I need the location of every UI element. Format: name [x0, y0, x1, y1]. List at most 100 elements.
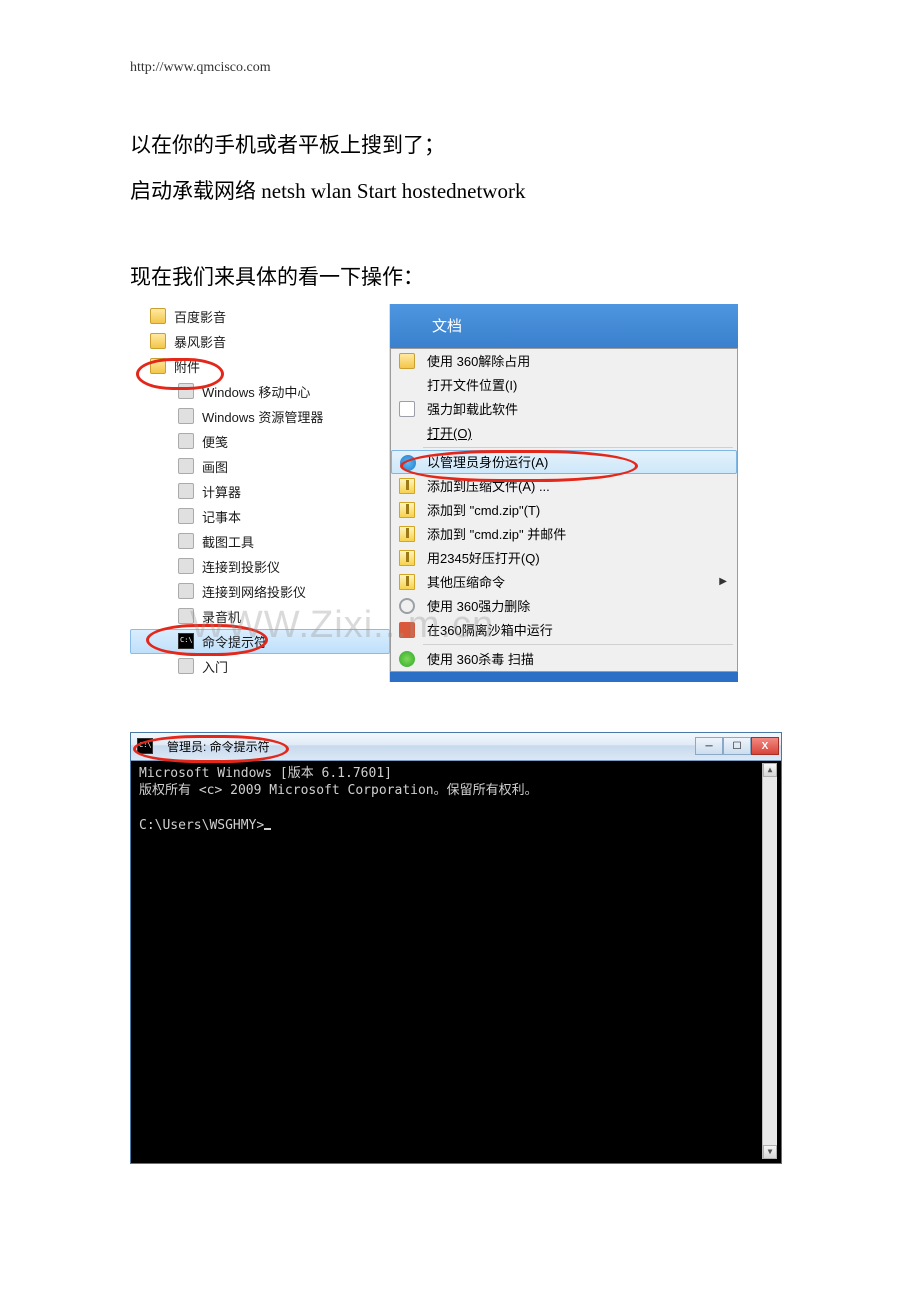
acc-explorer[interactable]: Windows 资源管理器 [130, 404, 390, 429]
folder-icon [150, 358, 166, 374]
paragraph-2: 启动承载网络 netsh wlan Start hostednetwork [130, 172, 790, 212]
app-icon [178, 658, 194, 674]
folder-label: 暴风影音 [174, 332, 226, 351]
minimize-button[interactable]: ─ [695, 737, 723, 755]
ctx-open[interactable]: 打开(O) [391, 421, 737, 445]
item-label: Windows 资源管理器 [202, 407, 323, 426]
ctx-label: 添加到压缩文件(A) ... [427, 476, 550, 495]
ctx-label: 添加到 "cmd.zip"(T) [427, 500, 540, 519]
shield-green-icon [399, 651, 415, 667]
trash-icon [399, 401, 415, 417]
ctx-360-sandbox[interactable]: 在360隔离沙箱中运行 [391, 618, 737, 642]
item-label: 入门 [202, 657, 228, 676]
cmd-prompt: C:\Users\WSGHMY> [139, 818, 264, 833]
ctx-force-uninstall[interactable]: 强力卸载此软件 [391, 397, 737, 421]
item-label: Windows 移动中心 [202, 382, 310, 401]
item-label: 录音机 [202, 607, 241, 626]
cmd-icon [178, 633, 194, 649]
item-label: 画图 [202, 457, 228, 476]
zip-icon [399, 478, 415, 494]
start-folder-baidu[interactable]: 百度影音 [130, 304, 390, 329]
ctx-add-cmdzip-mail[interactable]: 添加到 "cmd.zip" 并邮件 [391, 522, 737, 546]
acc-connect-net-projector[interactable]: 连接到网络投影仪 [130, 579, 390, 604]
folder-icon [150, 308, 166, 324]
cmd-output[interactable]: Microsoft Windows [版本 6.1.7601] 版权所有 <c>… [135, 763, 763, 1159]
acc-snipping-tool[interactable]: 截图工具 [130, 529, 390, 554]
cmd-icon [137, 738, 153, 754]
scroll-down-icon[interactable]: ▼ [763, 1145, 777, 1159]
item-label: 便笺 [202, 432, 228, 451]
folder-label: 附件 [174, 357, 200, 376]
acc-paint[interactable]: 画图 [130, 454, 390, 479]
acc-getting-started[interactable]: 入门 [130, 654, 390, 679]
app-icon [178, 533, 194, 549]
context-header-label: 文档 [432, 315, 462, 336]
context-header[interactable]: 文档 [390, 304, 738, 348]
acc-notepad[interactable]: 记事本 [130, 504, 390, 529]
acc-calculator[interactable]: 计算器 [130, 479, 390, 504]
page-header-url: http://www.qmcisco.com [130, 60, 790, 76]
ctx-label: 用2345好压打开(Q) [427, 548, 540, 567]
ctx-other-compress[interactable]: 其他压缩命令 ▶ [391, 570, 737, 594]
cmd-line: Microsoft Windows [版本 6.1.7601] [139, 766, 392, 781]
folder-label: 百度影音 [174, 307, 226, 326]
ctx-label: 在360隔离沙箱中运行 [427, 620, 553, 639]
screenshot-start-menu: 百度影音 暴风影音 附件 Windows 移动中心 Windows 资源管理器 … [130, 304, 738, 682]
acc-connect-projector[interactable]: 连接到投影仪 [130, 554, 390, 579]
acc-sound-recorder[interactable]: 录音机 [130, 604, 390, 629]
start-folder-baofeng[interactable]: 暴风影音 [130, 329, 390, 354]
ctx-label: 其他压缩命令 [427, 572, 505, 591]
app-icon [178, 608, 194, 624]
ctx-360-scan[interactable]: 使用 360杀毒 扫描 [391, 647, 737, 671]
item-label: 计算器 [202, 482, 241, 501]
start-menu-panel[interactable]: 百度影音 暴风影音 附件 Windows 移动中心 Windows 资源管理器 … [130, 304, 390, 682]
item-label: 记事本 [202, 507, 241, 526]
cursor-icon [264, 828, 271, 830]
ctx-label: 使用 360杀毒 扫描 [427, 649, 534, 668]
ctx-360-unlock[interactable]: 使用 360解除占用 [391, 349, 737, 373]
screenshot-cmd-window: 管理员: 命令提示符 ─ ☐ X Microsoft Windows [版本 6… [130, 732, 782, 1164]
cmd-titlebar[interactable]: 管理员: 命令提示符 ─ ☐ X [131, 733, 781, 761]
cmd-title-text: 管理员: 命令提示符 [167, 738, 270, 755]
scroll-up-icon[interactable]: ▲ [763, 763, 777, 777]
zip-icon [399, 574, 415, 590]
start-folder-accessories[interactable]: 附件 [130, 354, 390, 379]
close-button[interactable]: X [751, 737, 779, 755]
box-icon [399, 622, 415, 638]
acc-sticky-notes[interactable]: 便笺 [130, 429, 390, 454]
cmd-scrollbar[interactable]: ▲ ▼ [762, 763, 777, 1159]
item-label: 连接到投影仪 [202, 557, 280, 576]
ctx-separator [423, 644, 733, 645]
context-menu[interactable]: 使用 360解除占用 打开文件位置(I) 强力卸载此软件 打开(O) 以管理员身… [390, 348, 738, 672]
app-icon [178, 458, 194, 474]
maximize-button[interactable]: ☐ [723, 737, 751, 755]
ctx-2345-open[interactable]: 用2345好压打开(Q) [391, 546, 737, 570]
app-icon [178, 483, 194, 499]
ctx-label: 强力卸载此软件 [427, 399, 518, 418]
folder-icon [399, 353, 415, 369]
paragraph-3: 现在我们来具体的看一下操作： [130, 258, 790, 298]
ctx-360-delete[interactable]: 使用 360强力删除 [391, 594, 737, 618]
ctx-open-location[interactable]: 打开文件位置(I) [391, 373, 737, 397]
zip-icon [399, 526, 415, 542]
ctx-label: 打开文件位置(I) [427, 375, 517, 394]
ctx-label: 使用 360解除占用 [427, 351, 530, 370]
item-label: 连接到网络投影仪 [202, 582, 306, 601]
item-label: 截图工具 [202, 532, 254, 551]
app-icon [178, 433, 194, 449]
ctx-add-cmdzip[interactable]: 添加到 "cmd.zip"(T) [391, 498, 737, 522]
folder-icon [150, 333, 166, 349]
submenu-arrow-icon: ▶ [719, 576, 727, 587]
ctx-run-as-admin[interactable]: 以管理员身份运行(A) [391, 450, 737, 474]
ctx-add-archive[interactable]: 添加到压缩文件(A) ... [391, 474, 737, 498]
acc-command-prompt[interactable]: 命令提示符 [130, 629, 390, 654]
app-icon [178, 408, 194, 424]
shield-icon [400, 455, 416, 471]
ctx-label: 使用 360强力删除 [427, 596, 530, 615]
scroll-track[interactable] [763, 777, 777, 1145]
app-icon [178, 508, 194, 524]
gear-icon [399, 598, 415, 614]
acc-mobility-center[interactable]: Windows 移动中心 [130, 379, 390, 404]
ctx-label: 以管理员身份运行(A) [427, 452, 548, 471]
ctx-label: 添加到 "cmd.zip" 并邮件 [427, 524, 566, 543]
